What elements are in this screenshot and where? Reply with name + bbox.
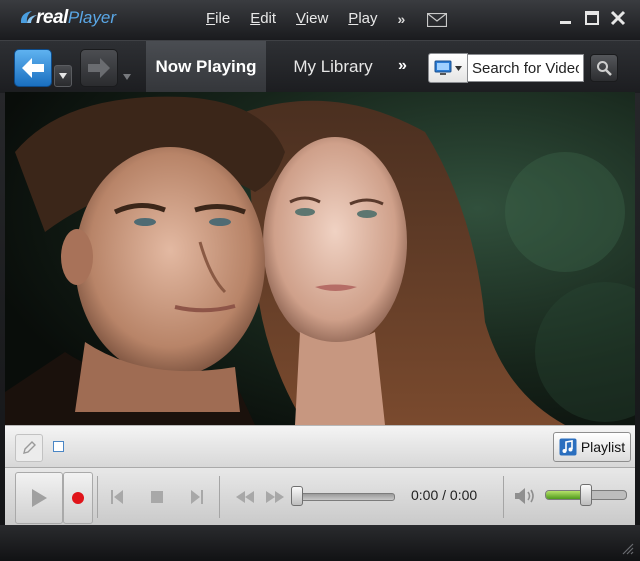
video-display[interactable] bbox=[5, 92, 635, 425]
seek-bar[interactable] bbox=[293, 493, 395, 501]
next-track-button[interactable] bbox=[183, 484, 211, 510]
back-history-dropdown[interactable] bbox=[54, 65, 72, 87]
menu-more-chevron[interactable]: » bbox=[398, 11, 406, 27]
tab-now-playing[interactable]: Now Playing bbox=[146, 41, 266, 93]
maximize-icon[interactable] bbox=[584, 10, 600, 26]
volume-handle[interactable] bbox=[580, 484, 592, 506]
divider bbox=[97, 476, 98, 518]
logo-text-real: real bbox=[36, 7, 68, 28]
search-type-selector[interactable] bbox=[428, 53, 468, 83]
navigation-bar: Now Playing My Library » bbox=[0, 40, 640, 93]
record-button[interactable] bbox=[63, 472, 93, 524]
magnifier-icon bbox=[597, 61, 612, 76]
stop-icon bbox=[151, 491, 163, 503]
stop-button[interactable] bbox=[143, 484, 171, 510]
realplayer-logo[interactable]: real Player bbox=[18, 5, 116, 31]
rewind-button[interactable] bbox=[231, 484, 259, 510]
forward-history-dropdown[interactable] bbox=[121, 71, 133, 83]
mute-button[interactable] bbox=[511, 482, 539, 510]
tool-strip: Playlist bbox=[5, 425, 635, 468]
caret-down-icon bbox=[123, 74, 131, 80]
envelope-icon[interactable] bbox=[427, 12, 448, 27]
menu-file[interactable]: File bbox=[206, 10, 230, 27]
speaker-icon bbox=[515, 488, 534, 504]
back-button[interactable] bbox=[14, 49, 52, 87]
playlist-label: Playlist bbox=[580, 439, 626, 455]
transport-controls: 0:00 / 0:00 bbox=[5, 467, 635, 526]
resize-grip-icon[interactable] bbox=[620, 541, 634, 555]
arrow-right-icon bbox=[88, 58, 110, 78]
divider bbox=[219, 476, 220, 518]
close-icon[interactable] bbox=[610, 10, 626, 26]
previous-track-button[interactable] bbox=[103, 484, 131, 510]
edit-clip-button[interactable] bbox=[15, 434, 43, 462]
fast-forward-button[interactable] bbox=[261, 484, 289, 510]
window-controls bbox=[558, 10, 626, 26]
realplayer-window: real Player File Edit View Play » Now Pl… bbox=[0, 0, 640, 561]
divider bbox=[503, 476, 504, 518]
play-button[interactable] bbox=[15, 472, 63, 524]
status-bar bbox=[0, 525, 640, 561]
rewind-icon bbox=[236, 491, 254, 503]
menu-play[interactable]: Play bbox=[348, 10, 377, 27]
menu-view[interactable]: View bbox=[296, 10, 328, 27]
play-icon bbox=[32, 489, 47, 507]
menu-edit[interactable]: Edit bbox=[250, 10, 276, 27]
search-box bbox=[428, 53, 618, 83]
pencil-icon bbox=[23, 441, 36, 454]
logo-text-player: Player bbox=[67, 8, 116, 27]
menu-bar: File Edit View Play » bbox=[206, 10, 448, 27]
seek-handle[interactable] bbox=[291, 486, 303, 506]
skip-forward-icon bbox=[191, 490, 203, 504]
monitor-icon bbox=[434, 60, 452, 75]
fullscreen-toggle-icon[interactable] bbox=[53, 441, 64, 452]
record-icon bbox=[72, 492, 84, 504]
tab-my-library[interactable]: My Library bbox=[272, 41, 394, 93]
tabs-more-chevron[interactable]: » bbox=[398, 57, 407, 75]
forward-button[interactable] bbox=[80, 49, 118, 87]
time-display: 0:00 / 0:00 bbox=[411, 487, 478, 503]
video-frame-image bbox=[5, 92, 635, 425]
skip-back-icon bbox=[111, 490, 123, 504]
minimize-icon[interactable] bbox=[558, 10, 574, 26]
fast-forward-icon bbox=[266, 491, 284, 503]
playlist-button[interactable]: Playlist bbox=[553, 432, 631, 462]
arrow-left-icon bbox=[22, 58, 44, 78]
music-note-icon bbox=[559, 438, 577, 456]
title-bar: real Player File Edit View Play » bbox=[0, 0, 640, 40]
caret-down-icon bbox=[455, 65, 462, 71]
caret-down-icon bbox=[59, 73, 67, 79]
search-button[interactable] bbox=[590, 54, 618, 82]
search-input[interactable] bbox=[468, 54, 584, 82]
